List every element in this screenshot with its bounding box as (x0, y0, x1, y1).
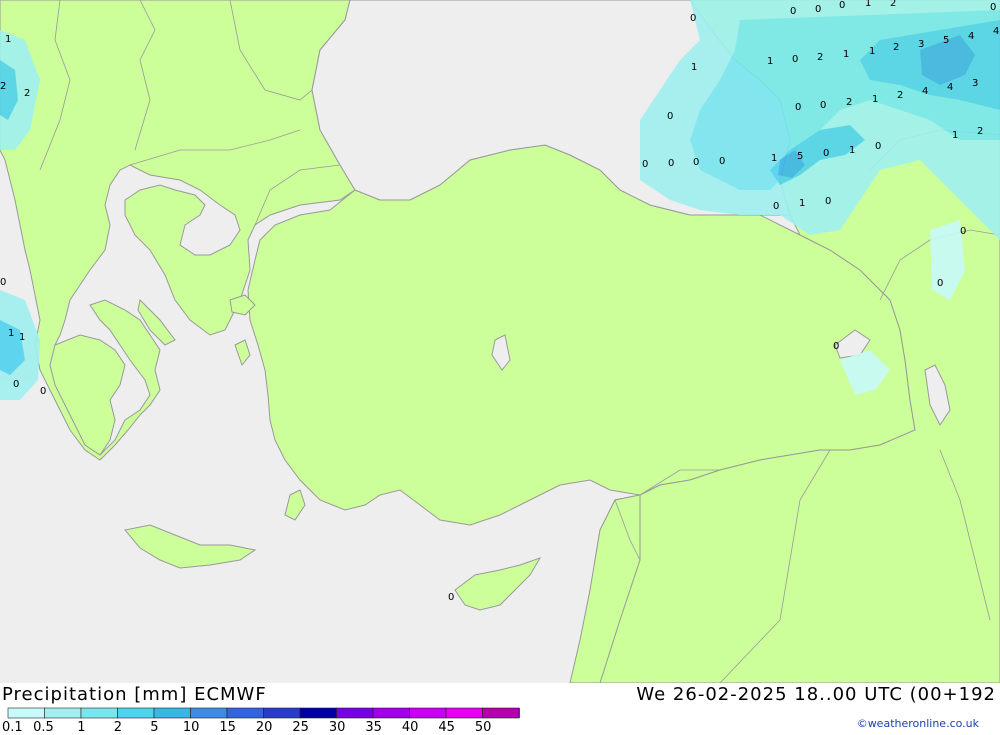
value-label: 4 (947, 82, 953, 93)
value-label: 0 (795, 102, 801, 113)
value-label: 1 (771, 153, 777, 164)
value-label: 0 (667, 111, 673, 122)
value-label: 3 (918, 39, 924, 50)
value-label: 0 (875, 141, 881, 152)
value-label: 5 (943, 35, 949, 46)
value-label: 0 (823, 148, 829, 159)
value-label: 0 (693, 157, 699, 168)
legend-swatch (263, 707, 301, 719)
precip-legend (7, 707, 520, 719)
value-label: 2 (846, 97, 852, 108)
value-label: 0 (792, 54, 798, 65)
value-label: 1 (869, 46, 875, 57)
value-label: 0 (820, 100, 826, 111)
forecast-datetime: We 26-02-2025 18..00 UTC (00+192 (636, 684, 996, 705)
credit-link[interactable]: ©weatheronline.co.uk (857, 717, 979, 730)
value-label: 5 (797, 151, 803, 162)
value-label: 0 (790, 6, 796, 17)
legend-swatch (482, 707, 520, 719)
precipitation-map: 0 0 0 1 2 1 0 2 1 1 2 3 5 4 4 1 0 0 0 2 … (0, 0, 1000, 683)
legend-swatch (299, 707, 337, 719)
legend-swatch (445, 707, 483, 719)
legend-swatch (7, 707, 45, 719)
legend-arrow (519, 708, 520, 718)
value-label: 0 (937, 278, 943, 289)
legend-swatch (190, 707, 228, 719)
value-label: 0 (13, 379, 19, 390)
value-label: 1 (8, 328, 14, 339)
value-label: 2 (897, 90, 903, 101)
value-label: 0 (990, 2, 996, 13)
value-label: 2 (893, 42, 899, 53)
value-label: 1 (5, 34, 11, 45)
value-label: 4 (968, 31, 974, 42)
value-label: 0 (668, 158, 674, 169)
value-label: 2 (24, 88, 30, 99)
value-label: 0 (960, 226, 966, 237)
value-label: 2 (0, 81, 6, 92)
legend-swatch (117, 707, 155, 719)
value-label: 4 (922, 86, 928, 97)
value-label: 1 (849, 145, 855, 156)
value-label: 2 (977, 126, 983, 137)
value-label: 2 (817, 52, 823, 63)
value-label: 4 (993, 26, 999, 37)
legend-swatch (226, 707, 264, 719)
value-label: 1 (872, 94, 878, 105)
value-label: 0 (642, 159, 648, 170)
map-footer: Precipitation [mm] ECMWF We 26-02-2025 1… (0, 683, 1000, 735)
value-label: 1 (865, 0, 871, 9)
legend-swatch (80, 707, 118, 719)
value-label: 1 (843, 49, 849, 60)
value-label: 2 (890, 0, 896, 9)
value-label: 0 (825, 196, 831, 207)
legend-swatch (336, 707, 374, 719)
value-label: 1 (799, 198, 805, 209)
value-label: 0 (839, 0, 845, 11)
value-label: 0 (690, 13, 696, 24)
legend-swatch (153, 707, 191, 719)
value-label: 3 (972, 78, 978, 89)
legend-swatch (372, 707, 410, 719)
value-label: 0 (833, 341, 839, 352)
value-label: 1 (952, 130, 958, 141)
value-label: 0 (448, 592, 454, 603)
legend-swatch (409, 707, 447, 719)
value-label: 0 (40, 386, 46, 397)
value-label: 1 (19, 332, 25, 343)
value-label: 1 (691, 62, 697, 73)
value-label: 0 (773, 201, 779, 212)
value-label: 0 (815, 4, 821, 15)
value-label: 1 (767, 56, 773, 67)
map-title: Precipitation [mm] ECMWF (2, 684, 267, 705)
value-label: 0 (719, 156, 725, 167)
value-label: 0 (0, 277, 6, 288)
legend-swatch (44, 707, 82, 719)
